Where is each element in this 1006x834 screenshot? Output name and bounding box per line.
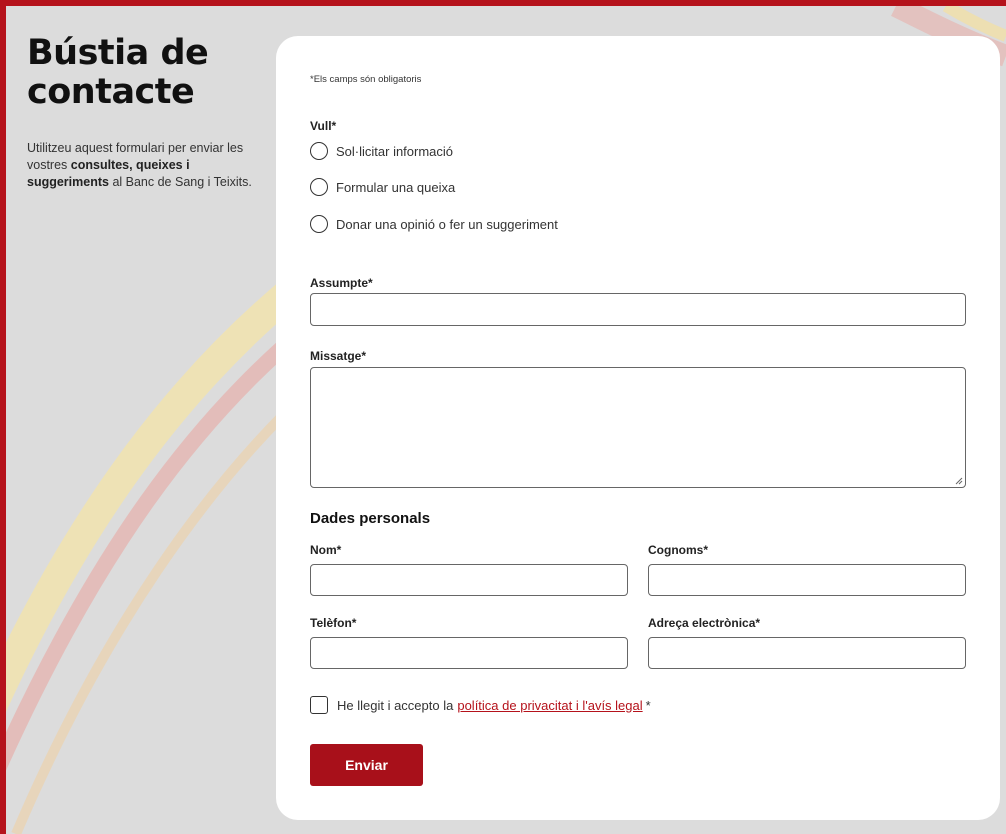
- intro-text-end: al Banc de Sang i Teixits.: [108, 175, 252, 189]
- message-textarea[interactable]: [310, 367, 966, 488]
- consent-checkbox[interactable]: [310, 696, 328, 714]
- intro-panel: Bústia de contacte Utilitzeu aquest form…: [27, 34, 267, 191]
- page-frame: Bústia de contacte Utilitzeu aquest form…: [0, 0, 1006, 834]
- resize-grip-icon[interactable]: [955, 477, 963, 485]
- want-label: Vull*: [310, 119, 337, 133]
- page-title: Bústia de contacte: [27, 33, 209, 112]
- submit-button[interactable]: Enviar: [310, 744, 423, 786]
- intro-description: Utilitzeu aquest formulari per enviar le…: [27, 140, 267, 191]
- consent-text: He llegit i accepto la: [337, 697, 454, 713]
- contact-form-card: *Els camps són obligatoris Vull* Sol·lic…: [276, 36, 1000, 820]
- subject-label: Assumpte*: [310, 276, 373, 290]
- surname-label: Cognoms*: [648, 543, 708, 557]
- consent-required-star: *: [645, 697, 651, 713]
- radio-circle[interactable]: [310, 178, 328, 196]
- personal-data-title: Dades personals: [310, 510, 431, 527]
- radio-label: Donar una opinió o fer un suggeriment: [336, 216, 558, 232]
- radio-request-info[interactable]: Sol·licitar informació: [310, 140, 453, 162]
- radio-label: Sol·licitar informació: [336, 143, 454, 159]
- privacy-policy-link[interactable]: política de privacitat i l'avís legal: [457, 698, 642, 713]
- subject-input[interactable]: [310, 293, 966, 326]
- radio-suggestion[interactable]: Donar una opinió o fer un suggeriment: [310, 213, 558, 235]
- radio-complaint[interactable]: Formular una queixa: [310, 176, 455, 198]
- phone-label: Telèfon*: [310, 616, 357, 630]
- email-input[interactable]: [648, 637, 966, 669]
- surname-input[interactable]: [648, 564, 966, 596]
- email-label: Adreça electrònica*: [648, 616, 761, 630]
- phone-input[interactable]: [310, 637, 628, 669]
- name-label: Nom*: [310, 543, 342, 557]
- message-label: Missatge*: [310, 349, 367, 363]
- name-input[interactable]: [310, 564, 628, 596]
- radio-label: Formular una queixa: [336, 179, 456, 195]
- consent-row: He llegit i accepto la política de priva…: [310, 696, 651, 714]
- radio-circle[interactable]: [310, 215, 328, 233]
- required-fields-note: *Els camps són obligatoris: [310, 74, 422, 85]
- radio-circle[interactable]: [310, 142, 328, 160]
